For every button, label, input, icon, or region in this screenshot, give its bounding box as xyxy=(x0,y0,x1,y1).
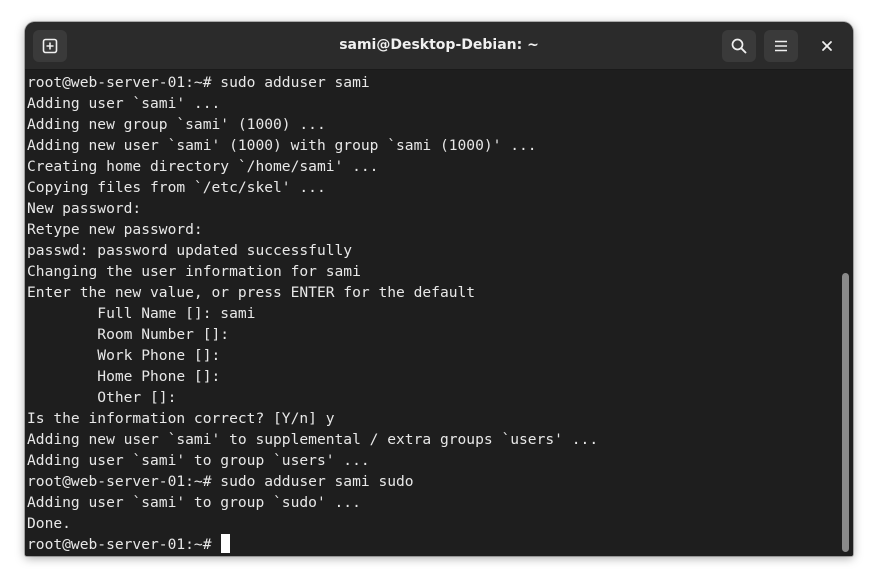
main-menu-button[interactable] xyxy=(764,30,798,62)
scrollbar[interactable] xyxy=(837,70,853,556)
terminal-line: Retype new password: xyxy=(27,221,203,238)
terminal-line: Changing the user information for sami xyxy=(27,263,361,280)
header-bar: sami@Desktop-Debian: ~ xyxy=(25,22,853,70)
search-button[interactable] xyxy=(722,30,756,62)
terminal-line: Full Name []: sami xyxy=(27,305,256,322)
close-icon xyxy=(822,41,832,51)
terminal-line: Adding user `sami' to group `sudo' ... xyxy=(27,494,361,511)
terminal-line: Creating home directory `/home/sami' ... xyxy=(27,158,379,175)
terminal-line: Home Phone []: xyxy=(27,368,221,385)
terminal-area[interactable]: root@web-server-01:~# sudo adduser sami A… xyxy=(25,70,837,556)
terminal-line: Done. xyxy=(27,515,71,532)
terminal-line: Adding user `sami' to group `users' ... xyxy=(27,452,370,469)
text-cursor xyxy=(221,534,231,553)
terminal-window: sami@Desktop-Debian: ~ root@web-server-0… xyxy=(25,22,853,556)
terminal-line: New password: xyxy=(27,200,142,217)
close-button[interactable] xyxy=(814,33,840,59)
terminal-line: root@web-server-01:~# sudo adduser sami … xyxy=(27,473,414,490)
terminal-line: Adding new user `sami' to supplemental /… xyxy=(27,431,599,448)
shell-prompt: root@web-server-01:~# xyxy=(27,536,221,553)
search-icon xyxy=(731,38,747,54)
scrollbar-thumb[interactable] xyxy=(842,273,849,552)
terminal-line: Is the information correct? [Y/n] y xyxy=(27,410,335,427)
terminal-line: Other []: xyxy=(27,389,177,406)
terminal-line: Work Phone []: xyxy=(27,347,221,364)
terminal-line: Adding user `sami' ... xyxy=(27,95,221,112)
terminal-line: root@web-server-01:~# sudo adduser sami xyxy=(27,74,370,91)
terminal-line: Room Number []: xyxy=(27,326,230,343)
prompt-line[interactable]: root@web-server-01:~# xyxy=(27,534,598,555)
terminal-line: Adding new user `sami' (1000) with group… xyxy=(27,137,537,154)
terminal-line: Adding new group `sami' (1000) ... xyxy=(27,116,326,133)
hamburger-menu-icon xyxy=(775,40,787,52)
terminal-line: Copying files from `/etc/skel' ... xyxy=(27,179,326,196)
terminal-output: root@web-server-01:~# sudo adduser sami A… xyxy=(27,72,598,555)
terminal-line: passwd: password updated successfully xyxy=(27,242,353,259)
terminal-line: Enter the new value, or press ENTER for … xyxy=(27,284,476,301)
